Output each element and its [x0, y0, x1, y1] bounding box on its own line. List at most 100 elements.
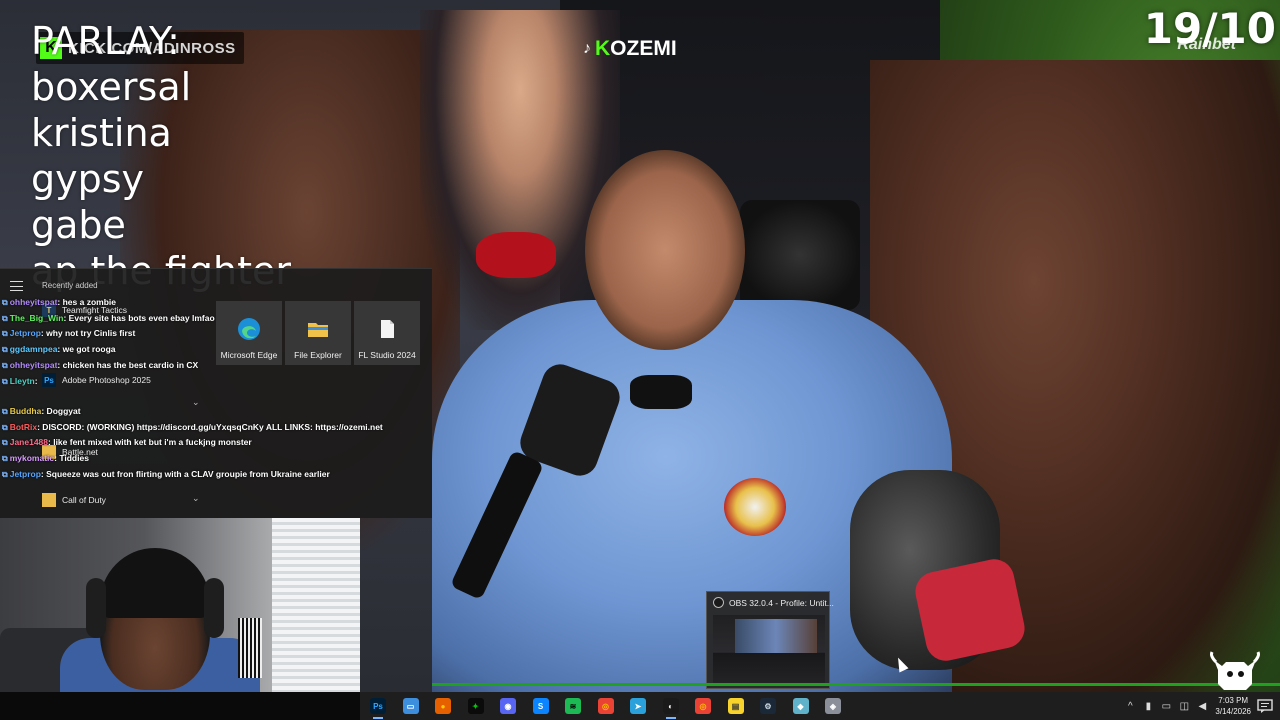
chat-badge-icon: ⧉	[2, 313, 8, 323]
chat-text: : Every site has bots even ebay lmfao	[63, 312, 215, 323]
hamburger-menu-icon[interactable]	[10, 281, 23, 291]
chat-text: : hes a zombie	[57, 297, 116, 307]
window-blinds	[272, 518, 360, 692]
network-icon[interactable]: ◫	[1177, 701, 1191, 712]
rainbet-watermark: Rainbet	[1177, 36, 1236, 53]
chat-username[interactable]: BotRix	[10, 422, 37, 432]
seek-bar[interactable]	[432, 683, 1280, 686]
obs-taskbar-preview[interactable]: OBS 32.0.4 - Profile: Untit...	[706, 591, 834, 689]
tiktok-handle-rest: OZEMI	[610, 37, 677, 60]
chat-badge-icon: ⧉	[2, 329, 8, 339]
firefox-icon[interactable]: ●	[435, 698, 451, 714]
taskbar: Ps ▭ ● ✦ ◉ S ≋ ◎ ➤ ◐ ◎ ▤ ⚙ ◆ ◈ ^ ▮ ▭ ◫ ◀ 7:03 PM 3/14/…	[360, 692, 1280, 720]
headphones-icon	[86, 578, 106, 638]
chat-message: ⧉ BotRix: DISCORD: (WORKING) https://disc…	[2, 420, 432, 436]
chat-username[interactable]: ohheyitspat	[10, 297, 58, 307]
chat-username[interactable]: Jetprop	[10, 328, 41, 338]
red-bowtie	[476, 232, 556, 278]
chat-text: : like fent mixed with ket but i'm a fuc…	[48, 437, 252, 448]
chat-message	[2, 389, 432, 404]
chevron-down-icon[interactable]: ⌄	[192, 493, 200, 504]
chat-message: ⧉ The_Big_Win: Every site has bots even e…	[2, 311, 432, 327]
chat-badge-icon: ⧉	[2, 406, 8, 416]
chat-message: ⧉ Buddha: Doggyat	[2, 404, 432, 420]
athletic-commission-patch	[724, 478, 786, 536]
webcam-feed	[0, 518, 360, 692]
chat-message: ⧉ ggdamnpea: we got rooga	[2, 342, 432, 358]
chat-text: : we got rooga	[57, 344, 116, 355]
spotify-icon[interactable]: ≋	[565, 698, 581, 714]
chrome-icon[interactable]: ◎	[695, 698, 711, 714]
shazam-icon[interactable]: S	[532, 698, 549, 714]
chat-text: : chicken has the best cardio in CX	[57, 359, 199, 370]
app-icon[interactable]: ◆	[792, 698, 809, 714]
monitor-icon[interactable]: ▭	[1159, 701, 1173, 712]
chat-badge-icon: ⧉	[2, 345, 8, 355]
chat-badge-icon: ⧉	[2, 376, 8, 386]
chat-username[interactable]: Jane1488	[10, 437, 48, 447]
chat-username[interactable]: mykomatic	[10, 453, 54, 463]
parlay-item: boxersal	[31, 65, 192, 109]
referee-head	[585, 150, 745, 350]
chat-message: ⧉ ohheyitspat: hes a zombie	[2, 295, 432, 311]
chat-text: : why not try Cinlis first	[40, 328, 136, 339]
parlay-item: gypsy	[31, 157, 145, 201]
chat-text: : Tiddies	[54, 453, 89, 464]
obs-title-text: OBS 32.0.4 - Profile: Untit...	[729, 597, 834, 608]
chat-overlay: ⧉ ohheyitspat: hes a zombie ⧉ The_Big_Win: …	[2, 295, 432, 482]
chat-text: :	[34, 375, 38, 386]
clock[interactable]: 7:03 PM 3/14/2026	[1215, 695, 1251, 717]
parlay-item: kristina	[31, 111, 172, 155]
beanie	[100, 548, 210, 618]
parlay-item: gabe	[31, 203, 126, 247]
parlay-title: PARLAY:	[31, 19, 180, 63]
chat-message: ⧉ ohheyitspat: chicken has the best cardi…	[2, 358, 432, 374]
tiktok-handle: ♪ K OZEMI	[583, 37, 677, 61]
chat-username[interactable]: ggdamnpea	[10, 344, 58, 354]
chat-badge-icon: ⧉	[2, 438, 8, 448]
chat-text: : Doggyat	[41, 405, 81, 416]
chat-badge-icon: ⧉	[2, 469, 8, 479]
discord-icon[interactable]: ◉	[500, 698, 516, 714]
chat-username[interactable]: Buddha	[10, 406, 42, 416]
telegram-icon[interactable]: ➤	[630, 698, 646, 714]
file-explorer-icon[interactable]: ▭	[402, 698, 419, 714]
obs-window-preview[interactable]	[713, 615, 825, 683]
chat-message: ⧉ Jetprop: Squeeze was out fron flirting …	[2, 467, 432, 483]
photoshop-icon[interactable]: Ps	[370, 698, 386, 719]
app-call-of-duty[interactable]: Call of Duty	[42, 493, 106, 507]
microphone-icon[interactable]: ▮	[1141, 701, 1155, 712]
obs-icon	[713, 597, 724, 608]
folder-icon	[42, 493, 56, 507]
chat-badge-icon: ⧉	[2, 298, 8, 307]
clock-date: 3/14/2026	[1215, 707, 1251, 716]
notification-icon[interactable]	[1257, 699, 1273, 713]
tv-camera	[740, 200, 860, 310]
shield-icon[interactable]: ◈	[825, 698, 841, 714]
bull-logo-icon	[1210, 651, 1260, 690]
system-tray: ^ ▮ ▭ ◫ ◀ 7:03 PM 3/14/2026	[1121, 692, 1280, 720]
chat-username[interactable]: Jetprop	[10, 469, 41, 479]
chevron-up-icon[interactable]: ^	[1123, 701, 1137, 712]
obs-preview-title: OBS 32.0.4 - Profile: Untit...	[713, 597, 834, 608]
chat-badge-icon: ⧉	[2, 422, 8, 432]
chat-username[interactable]: The_Big_Win	[10, 313, 64, 323]
robinhood-icon[interactable]: ✦	[467, 698, 484, 714]
chat-text: : Squeeze was out fron flirting with a C…	[40, 468, 330, 479]
chat-message: ⧉ mykomatic: Tiddies	[2, 451, 432, 467]
midi-keyboard	[238, 618, 262, 678]
obs-icon[interactable]: ◐	[662, 698, 679, 719]
chat-message: ⧉ Lleytn:	[2, 374, 432, 390]
clock-time: 7:03 PM	[1218, 696, 1249, 705]
chat-username[interactable]: Lleytn	[10, 376, 35, 386]
chat-username[interactable]: ohheyitspat	[10, 360, 58, 370]
parlay-list: PARLAY: boxersal kristina gypsy gabe ap …	[31, 18, 291, 294]
notes-icon[interactable]: ▤	[727, 698, 744, 714]
tiktok-icon: ♪	[583, 40, 591, 57]
steam-icon[interactable]: ⚙	[760, 698, 776, 714]
black-bowtie	[630, 375, 692, 409]
volume-icon[interactable]: ◀	[1195, 701, 1209, 712]
chrome-icon[interactable]: ◎	[597, 698, 614, 714]
chat-badge-icon: ⧉	[2, 454, 8, 464]
headphones-icon	[204, 578, 224, 638]
